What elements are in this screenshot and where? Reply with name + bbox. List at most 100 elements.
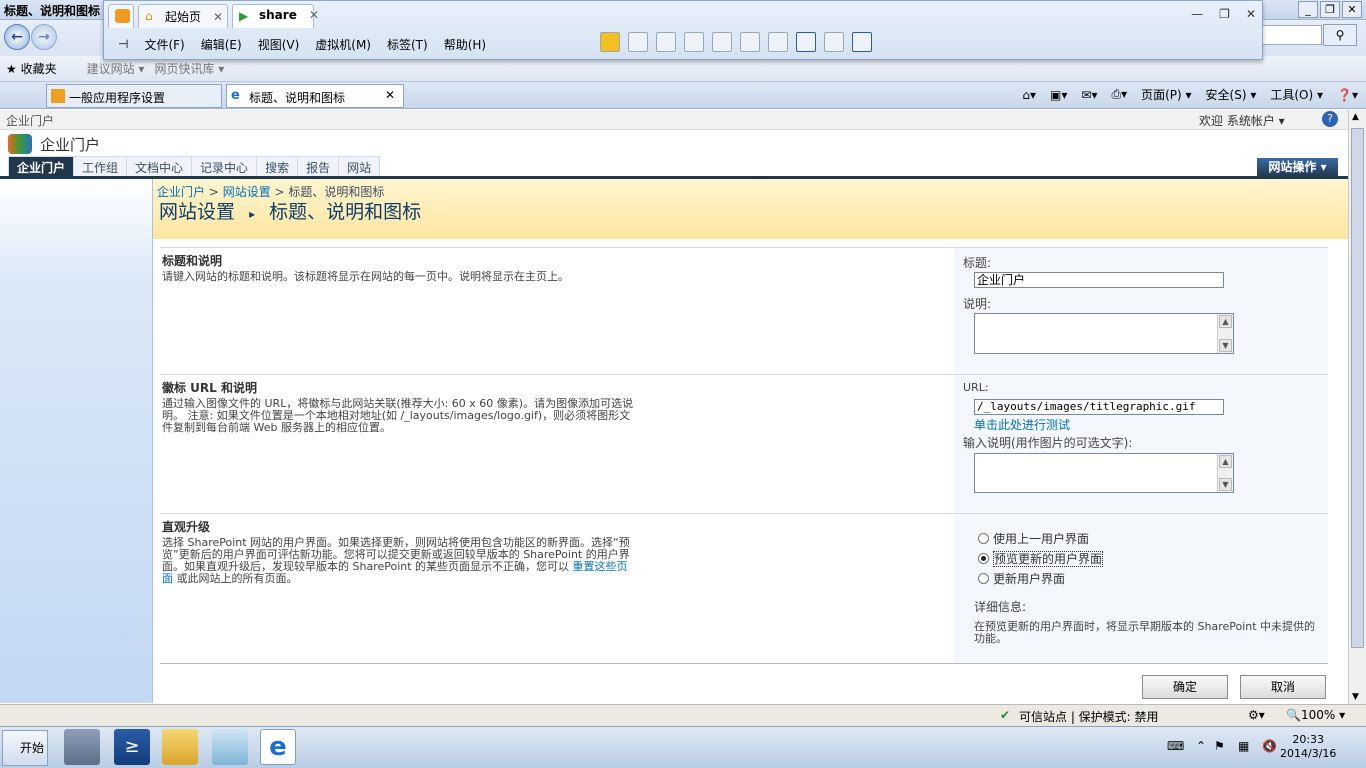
scroll-up-icon[interactable]: ▲: [1219, 455, 1232, 468]
taskbar: 开始 ≥ e ⌨ ⌃ ⚑ ▦ 🔇 20:33 2014/3/16: [0, 726, 1366, 768]
url-input[interactable]: /_layouts/images/titlegraphic.gif: [974, 399, 1224, 415]
nav-tab-portal[interactable]: 企业门户: [8, 156, 75, 178]
minimize-icon[interactable]: —: [1191, 7, 1203, 21]
start-button[interactable]: 开始: [2, 730, 48, 766]
fav-item-suggested[interactable]: 建议网站 ▾: [87, 60, 145, 77]
protected-mode-icon[interactable]: ⚙▾: [1248, 708, 1265, 722]
menu-view[interactable]: 视图(V): [250, 36, 308, 53]
menu-vm[interactable]: 虚拟机(M): [307, 36, 379, 53]
pause-icon[interactable]: [600, 32, 620, 52]
forward-icon[interactable]: →: [31, 24, 57, 50]
network-tray-icon[interactable]: ▦: [1238, 739, 1249, 753]
search-icon[interactable]: ⚲: [1323, 24, 1357, 46]
restore-icon[interactable]: ❐: [1320, 1, 1340, 18]
nav-tab-sites[interactable]: 网站: [338, 156, 381, 178]
tab-close-icon[interactable]: ✕: [385, 88, 395, 102]
home-icon[interactable]: ⌂▾: [1022, 88, 1036, 102]
test-link[interactable]: 单击此处进行测试: [974, 416, 1070, 433]
tray-expand-icon[interactable]: ⌃: [1196, 739, 1206, 753]
print-icon[interactable]: ⎙▾: [1111, 87, 1127, 102]
scroll-up-icon[interactable]: ▲: [1219, 315, 1232, 328]
radio-previous-ui[interactable]: 使用上一用户界面: [978, 530, 1089, 547]
scroll-down-icon[interactable]: ▼: [1352, 692, 1359, 702]
zoom-control[interactable]: 🔍100% ▾: [1286, 708, 1345, 722]
page-menu[interactable]: 页面(P) ▾: [1141, 86, 1191, 103]
ie-taskbar-icon[interactable]: e: [260, 729, 296, 765]
page-scrollbar[interactable]: ▲ ▼: [1348, 110, 1366, 704]
flag-icon[interactable]: ⚑: [1214, 739, 1225, 753]
vm-tab-share[interactable]: ▶ share ✕: [232, 4, 319, 28]
ie-tab-current[interactable]: e 标题、说明和图标 ✕: [226, 84, 404, 108]
nav-tab-team[interactable]: 工作组: [73, 156, 128, 178]
revert-icon[interactable]: [684, 32, 704, 52]
tools-menu[interactable]: 工具(O) ▾: [1270, 86, 1323, 103]
back-icon[interactable]: ←: [4, 24, 30, 50]
cancel-button[interactable]: 取消: [1240, 675, 1326, 699]
safety-menu[interactable]: 安全(S) ▾: [1206, 86, 1257, 103]
keyboard-icon[interactable]: ⌨: [1167, 739, 1184, 753]
scroll-thumb[interactable]: [1351, 128, 1364, 648]
scroll-up-icon[interactable]: ▲: [1352, 112, 1359, 122]
clock[interactable]: 20:33 2014/3/16: [1280, 733, 1336, 761]
console-view-icon[interactable]: [852, 32, 872, 52]
sp-top-bar: 企业门户 欢迎 系统帐户 ▾ ?: [0, 110, 1348, 130]
help-icon[interactable]: ❓▾: [1337, 88, 1358, 102]
scrollbar[interactable]: ▲ ▼: [1217, 454, 1233, 492]
nav-tab-records[interactable]: 记录中心: [191, 156, 258, 178]
nav-tab-reports[interactable]: 报告: [297, 156, 340, 178]
scroll-down-icon[interactable]: ▼: [1219, 478, 1232, 491]
snapshot-icon[interactable]: [656, 32, 676, 52]
mail-icon[interactable]: ✉▾: [1081, 88, 1097, 102]
title-input[interactable]: 企业门户: [974, 272, 1224, 288]
fav-item-webslice[interactable]: 网页快讯库 ▾: [154, 60, 224, 77]
nav-tab-docs[interactable]: 文档中心: [126, 156, 193, 178]
alt-text-textarea[interactable]: ▲ ▼: [974, 453, 1234, 493]
unity-icon[interactable]: [824, 32, 844, 52]
restore-icon[interactable]: ❐: [1219, 7, 1230, 21]
menu-tabs[interactable]: 标签(T): [379, 36, 436, 53]
ie-tab-label: 标题、说明和图标: [249, 91, 346, 105]
tab-close-icon[interactable]: ✕: [309, 8, 319, 22]
page-title-parent[interactable]: 网站设置: [159, 201, 235, 223]
ie-tab-general[interactable]: 一般应用程序设置: [46, 84, 222, 108]
vm-tab-start[interactable]: ⌂ 起始页 ✕: [138, 4, 228, 28]
pin-icon[interactable]: ⊣: [110, 37, 136, 51]
radio-update-ui[interactable]: 更新用户界面: [978, 570, 1065, 587]
scrollbar[interactable]: ▲ ▼: [1217, 314, 1233, 353]
search-input[interactable]: [1262, 25, 1322, 45]
close-icon[interactable]: ✕: [1342, 1, 1362, 18]
scroll-down-icon[interactable]: ▼: [1219, 339, 1232, 352]
fullscreen-icon[interactable]: [796, 32, 816, 52]
minimize-icon[interactable]: _: [1298, 1, 1318, 18]
site-title[interactable]: 企业门户: [40, 134, 100, 155]
feed-icon[interactable]: ▣▾: [1050, 88, 1067, 102]
close-icon[interactable]: ✕: [1246, 7, 1256, 21]
radio-preview-ui[interactable]: 预览更新的用户界面: [978, 550, 1104, 567]
vm-home-icon[interactable]: [108, 4, 134, 28]
radio-label: 使用上一用户界面: [993, 532, 1090, 546]
site-actions-button[interactable]: 网站操作 ▾: [1257, 158, 1338, 177]
menu-help[interactable]: 帮助(H): [436, 36, 494, 53]
description-textarea[interactable]: ▲ ▼: [974, 313, 1234, 354]
powershell-icon[interactable]: ≥: [114, 729, 150, 765]
sidebar-icon[interactable]: [740, 32, 760, 52]
explorer-icon[interactable]: [162, 729, 198, 765]
manage-snapshots-icon[interactable]: [712, 32, 732, 52]
thumbnail-icon[interactable]: [768, 32, 788, 52]
section-description: 通过输入图像文件的 URL，将徽标与此网站关联(推荐大小: 60 x 60 像素…: [162, 397, 634, 434]
server-manager-icon[interactable]: [64, 729, 100, 765]
volume-muted-icon[interactable]: 🔇: [1262, 739, 1277, 753]
zone-text[interactable]: 可信站点 | 保护模式: 禁用: [1019, 708, 1159, 725]
menu-edit[interactable]: 编辑(E): [193, 36, 250, 53]
tab-close-icon[interactable]: ✕: [213, 10, 223, 24]
nav-tab-search[interactable]: 搜索: [256, 156, 299, 178]
ok-button[interactable]: 确定: [1142, 675, 1228, 699]
menu-file[interactable]: 文件(F): [136, 36, 192, 53]
favorites-button[interactable]: ★ 收藏夹: [6, 60, 67, 77]
help-icon[interactable]: ?: [1322, 111, 1338, 127]
top-site-link[interactable]: 企业门户: [6, 112, 54, 129]
url-label: URL:: [963, 381, 989, 394]
network-icon[interactable]: [628, 32, 648, 52]
vm-app-icon[interactable]: [212, 729, 248, 765]
welcome-menu[interactable]: 欢迎 系统帐户 ▾: [1199, 112, 1285, 129]
